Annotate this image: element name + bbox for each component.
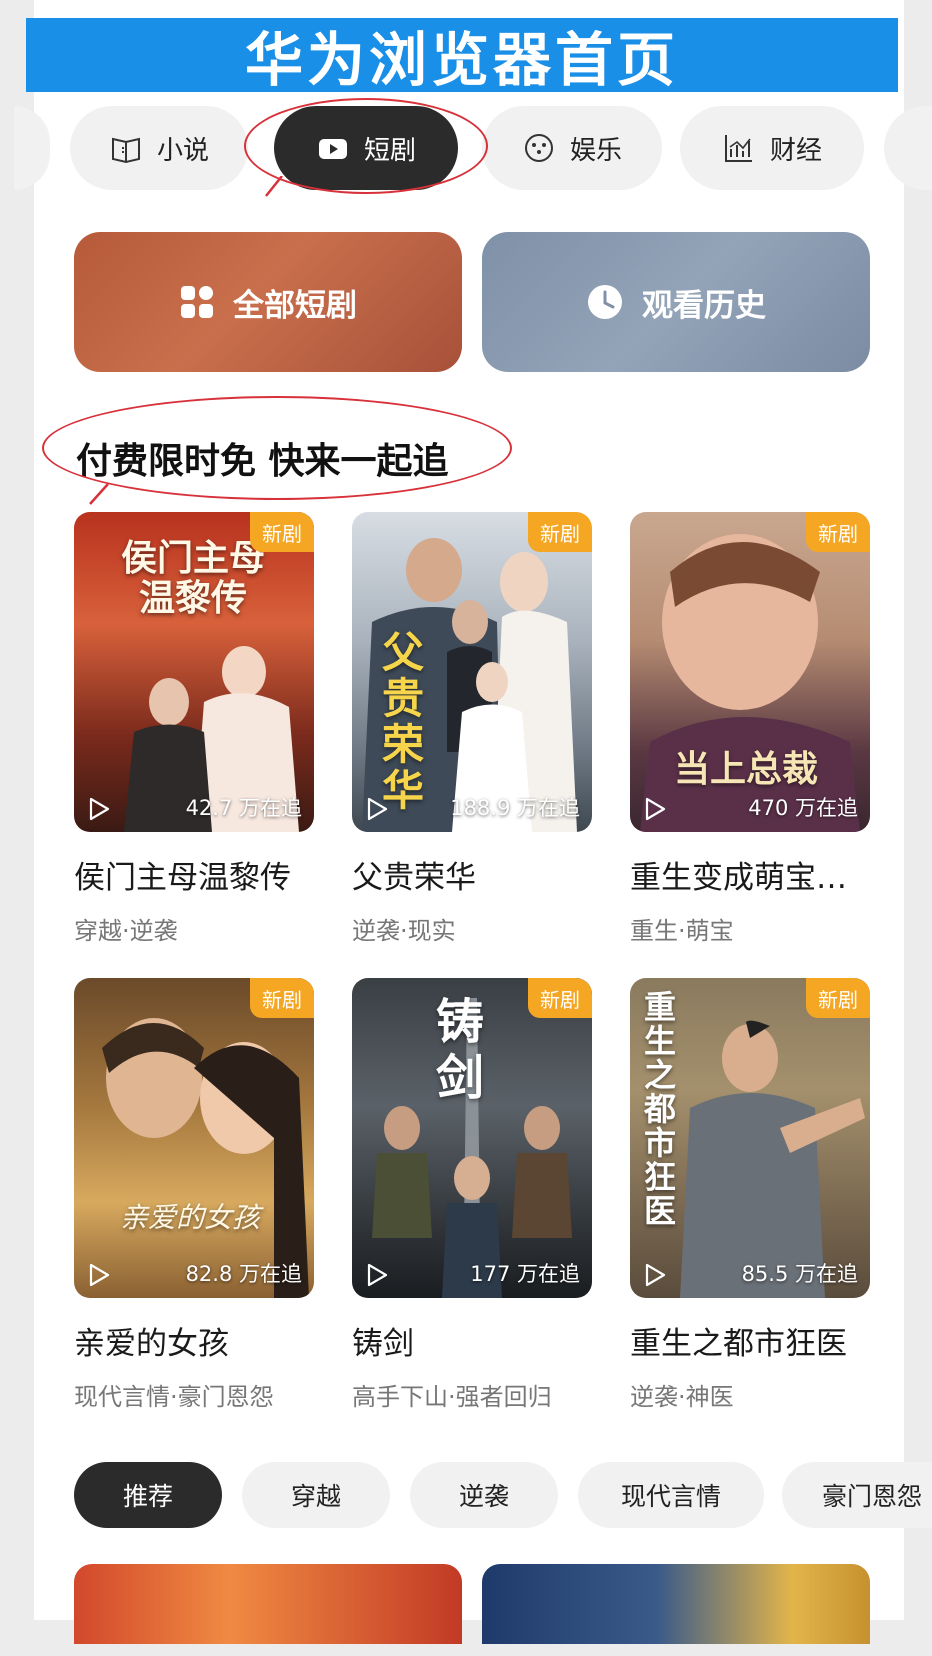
view-count: 42.7 万在追 [185,796,302,820]
chart-icon [724,135,752,162]
grid-icon [181,286,213,318]
drama-card[interactable]: 当上总裁 新剧 470 万在追 重生变成萌宝… 重生·萌宝 [630,512,870,946]
new-badge: 新剧 [250,978,314,1018]
drama-title: 铸剑 [352,1326,414,1362]
all-dramas-button[interactable]: 全部短剧 [74,232,462,372]
tab-novel[interactable]: 小说 [70,106,248,190]
poster-title-text: 铸剑 [436,994,485,1106]
watch-history-label: 观看历史 [642,287,766,324]
section-title: 付费限时免 快来一起追 [76,441,449,482]
play-icon [645,1263,666,1287]
book-icon [111,137,140,164]
drama-card[interactable]: 父贵荣华 新剧 188.9 万在追 父贵荣华 逆袭·现实 [352,512,592,946]
all-dramas-label: 全部短剧 [233,287,357,324]
annotation-tail-tab [265,176,283,197]
view-count: 470 万在追 [748,796,858,820]
drama-title: 亲爱的女孩 [74,1326,229,1362]
genre-pill-time-travel[interactable]: 穿越 [242,1462,390,1528]
poster-title-text: 侯门主母温黎传 [120,537,265,619]
drama-tags: 现代言情·豪门恩怨 [74,1383,274,1411]
drama-card[interactable]: 重生之都市狂医 新剧 85.5 万在追 重生之都市狂医 逆袭·神医 [630,978,870,1412]
drama-title: 侯门主母温黎传 [74,860,291,896]
drama-title: 父贵荣华 [352,860,476,896]
drama-poster-partial[interactable] [482,1564,870,1644]
genre-pill-wealthy-family[interactable]: 豪门恩怨 [782,1462,932,1528]
tab-finance-label: 财经 [769,135,822,166]
drama-poster[interactable]: 重生之都市狂医 新剧 85.5 万在追 [630,978,870,1298]
tab-entertainment[interactable]: 娱乐 [482,106,662,190]
poster-figures [102,1018,309,1298]
tab-entertainment-label: 娱乐 [569,135,622,166]
page-banner-title: 华为浏览器首页 [26,18,898,94]
new-badge: 新剧 [806,512,870,552]
drama-card[interactable]: 亲爱的女孩 新剧 82.8 万在追 亲爱的女孩 现代言情·豪门恩怨 [74,978,314,1412]
watch-history-button[interactable]: 观看历史 [482,232,870,372]
genre-pill-modern-romance[interactable]: 现代言情 [578,1462,764,1528]
drama-tags: 逆袭·神医 [630,1383,734,1411]
play-icon [367,797,388,821]
view-count: 85.5 万在追 [741,1262,858,1286]
play-icon [89,797,110,821]
video-play-icon [318,139,347,159]
entertainment-icon [524,134,553,162]
drama-poster-partial[interactable] [74,1564,462,1644]
genre-pill-comeback[interactable]: 逆袭 [410,1462,558,1528]
play-icon [367,1263,388,1287]
tab-finance[interactable]: 财经 [680,106,864,190]
new-badge: 新剧 [528,978,592,1018]
poster-title-text: 当上总裁 [674,748,819,790]
drama-poster[interactable]: 侯门主母温黎传 新剧 42.7 万在追 [74,512,314,832]
annotation-tail-section [89,483,109,505]
play-icon [89,1263,110,1287]
clock-icon [588,285,622,319]
drama-poster[interactable]: 父贵荣华 新剧 188.9 万在追 [352,512,592,832]
genre-pill-recommend[interactable]: 推荐 [74,1462,222,1528]
drama-title: 重生之都市狂医 [630,1326,847,1362]
new-badge: 新剧 [250,512,314,552]
poster-title-text: 重生之都市狂医 [644,988,677,1230]
drama-tags: 穿越·逆袭 [74,917,178,945]
new-badge: 新剧 [528,512,592,552]
drama-title: 重生变成萌宝… [630,860,847,896]
drama-poster[interactable]: 当上总裁 新剧 470 万在追 [630,512,870,832]
tab-short-drama-label: 短剧 [363,135,416,166]
drama-tags: 重生·萌宝 [630,917,734,945]
tab-novel-label: 小说 [156,135,209,166]
poster-title-text: 父贵荣华 [382,628,425,815]
drama-card[interactable]: 铸剑 新剧 177 万在追 铸剑 高手下山·强者回归 [352,978,592,1412]
drama-poster[interactable]: 亲爱的女孩 新剧 82.8 万在追 [74,978,314,1298]
view-count: 177 万在追 [470,1262,580,1286]
drama-card[interactable]: 侯门主母温黎传 新剧 42.7 万在追 侯门主母温黎传 穿越·逆袭 [74,512,314,946]
drama-tags: 高手下山·强者回归 [352,1383,552,1411]
play-icon [645,797,666,821]
view-count: 188.9 万在追 [450,796,580,820]
drama-tags: 逆袭·现实 [352,917,456,945]
drama-poster[interactable]: 铸剑 新剧 177 万在追 [352,978,592,1298]
new-badge: 新剧 [806,978,870,1018]
view-count: 82.8 万在追 [185,1262,302,1286]
poster-title-text: 亲爱的女孩 [120,1201,261,1234]
